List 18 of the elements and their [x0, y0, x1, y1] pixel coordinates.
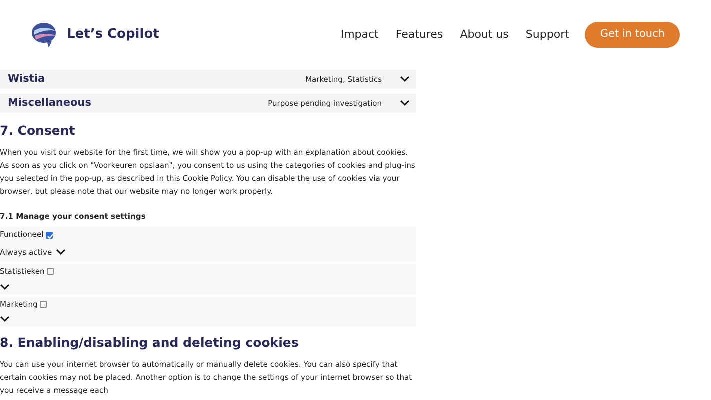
checkbox[interactable] [40, 300, 47, 308]
logo-icon [31, 21, 59, 49]
section-heading: 7. Consent [0, 123, 76, 138]
checkbox[interactable] [46, 268, 54, 276]
brand-name[interactable]: Let’s Copilot [67, 25, 160, 45]
nav-link[interactable]: About us [460, 26, 509, 44]
chevron-icon[interactable] [0, 284, 10, 291]
service-name: Wistia [8, 72, 46, 87]
checkbox[interactable] [46, 232, 53, 239]
nav-link[interactable]: Impact [340, 26, 379, 44]
chevron-icon[interactable] [400, 100, 410, 107]
chevron-icon[interactable] [400, 76, 410, 83]
section-heading: 8. Enabling/disabling and deleting cookies [0, 334, 300, 350]
chevron-icon[interactable] [0, 316, 10, 323]
service-name: Miscellaneous [8, 96, 92, 111]
nav-link[interactable]: Support [526, 26, 570, 44]
chevron-icon[interactable] [56, 248, 66, 256]
nav-link[interactable]: Features [396, 26, 444, 44]
